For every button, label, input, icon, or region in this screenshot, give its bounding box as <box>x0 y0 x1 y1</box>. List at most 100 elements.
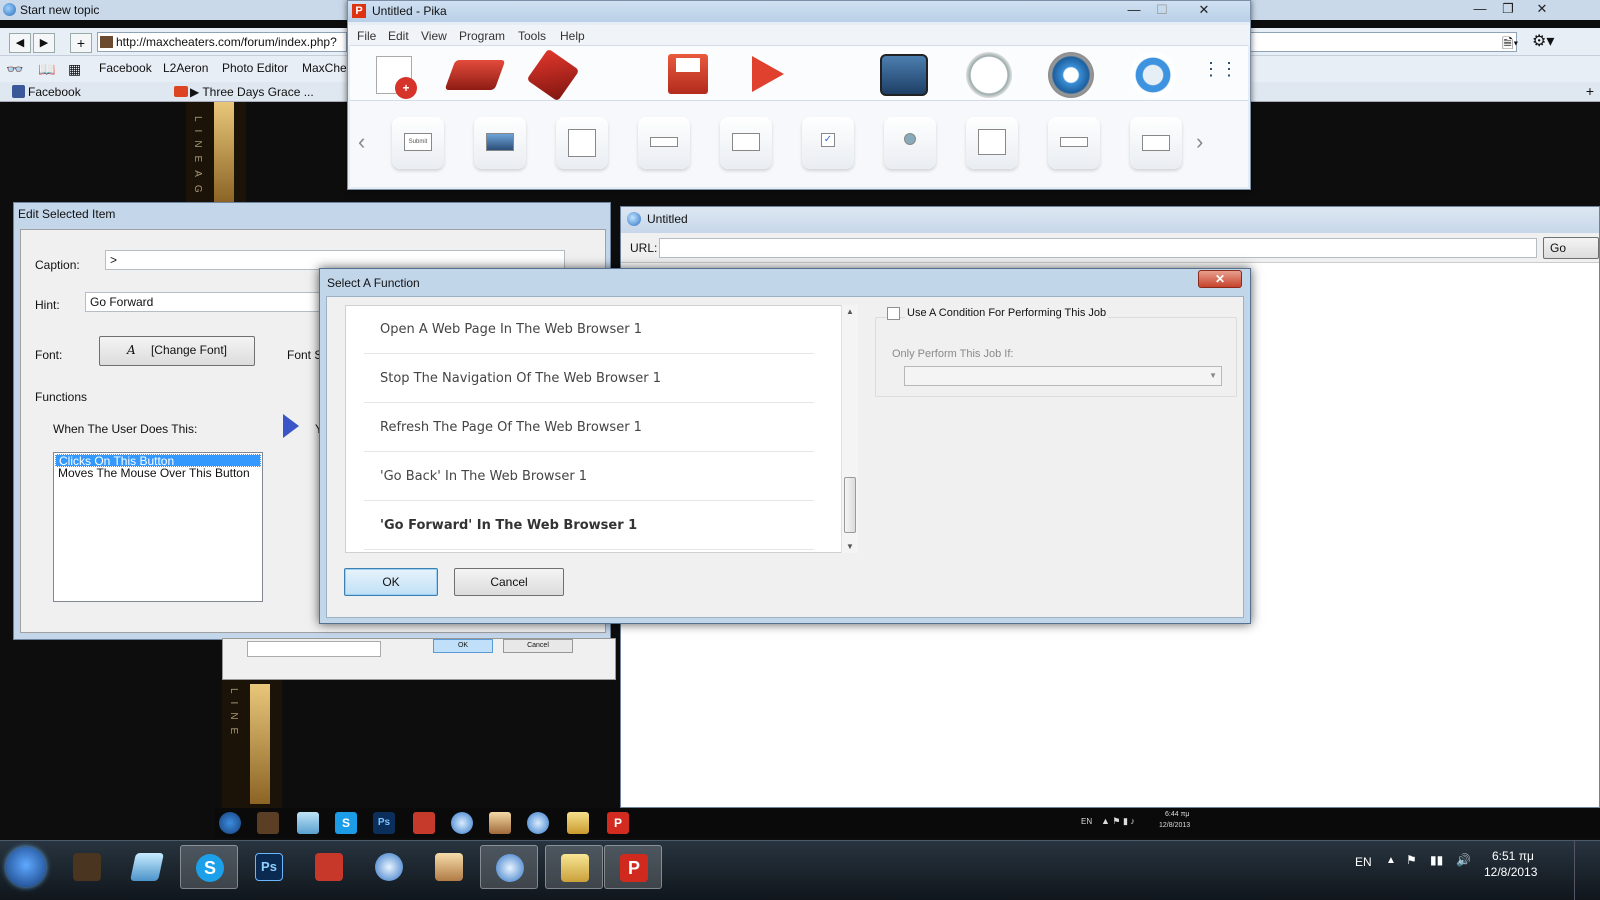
taskbar-skype[interactable]: S <box>180 845 238 889</box>
memo-control-tile[interactable] <box>556 117 608 169</box>
remote-pika-icon[interactable]: P <box>607 812 629 834</box>
back-button[interactable]: ◀ <box>9 33 31 53</box>
remote-folder-icon[interactable] <box>567 812 589 834</box>
event-item-mouseover[interactable]: Moves The Mouse Over This Button <box>55 467 261 480</box>
address-bar[interactable]: http://maxcheaters.com/forum/index.php? <box>97 32 347 52</box>
scroll-down-icon[interactable]: ▼ <box>846 542 854 551</box>
search-bar[interactable] <box>1245 32 1517 52</box>
ok-button[interactable]: OK <box>344 568 438 596</box>
show-hidden-icons-icon[interactable]: ▲ <box>1386 855 1396 866</box>
menu-file[interactable]: File <box>357 29 376 43</box>
dialog-close-button[interactable]: ✕ <box>1198 270 1242 288</box>
remote-mp3-icon[interactable] <box>413 812 435 834</box>
open-project-icon[interactable] <box>444 60 506 90</box>
taskbar-browser[interactable] <box>480 845 538 889</box>
help-lifebuoy-icon[interactable] <box>1130 52 1176 98</box>
checkbox-control-tile[interactable]: ✓ <box>802 117 854 169</box>
network-icon[interactable]: ▮▮ <box>1430 853 1443 867</box>
function-list-scrollbar[interactable]: ▲ ▼ <box>841 305 858 553</box>
reading-glasses-icon[interactable]: 👓 <box>6 61 23 78</box>
hint-input[interactable]: Go Forward <box>85 292 325 312</box>
close-icon[interactable]: ✕ <box>1528 0 1556 18</box>
taskbar-lineage[interactable] <box>58 845 116 889</box>
events-listbox[interactable]: Clicks On This Button Moves The Mouse Ov… <box>53 452 263 602</box>
gear-icon[interactable]: ⚙▾ <box>1532 31 1554 51</box>
remote-note-icon[interactable] <box>297 812 319 834</box>
function-item-go-back[interactable]: 'Go Back' In The Web Browser 1 <box>364 453 814 501</box>
bookmark-l2aeron[interactable]: L2Aeron <box>163 61 208 75</box>
taskbar-mp3[interactable] <box>300 845 358 889</box>
remote-start-icon[interactable] <box>219 812 241 834</box>
taskbar-avatar[interactable] <box>420 845 478 889</box>
listbox-control-tile[interactable] <box>966 117 1018 169</box>
new-project-icon[interactable]: + <box>376 56 417 99</box>
spinner-control-tile[interactable] <box>1130 117 1182 169</box>
menu-view[interactable]: View <box>421 29 447 43</box>
settings-panel-icon[interactable] <box>880 54 928 96</box>
show-desktop-button[interactable] <box>1574 841 1600 900</box>
preview-url-input[interactable] <box>659 238 1537 258</box>
menu-help[interactable]: Help <box>560 29 585 43</box>
book-icon[interactable]: 📖 <box>38 61 55 78</box>
page-menu-icon[interactable]: 🗎▾ <box>1502 33 1518 57</box>
action-center-flag-icon[interactable]: ⚑ <box>1406 853 1417 867</box>
menu-tools[interactable]: Tools <box>518 29 546 43</box>
taskbar-pika[interactable]: P <box>604 845 662 889</box>
image-control-tile[interactable] <box>474 117 526 169</box>
remote-game-icon[interactable] <box>257 812 279 834</box>
gear-settings-icon[interactable] <box>1048 52 1094 98</box>
bookmark-maxcheaters[interactable]: MaxChe <box>302 61 347 75</box>
gallery-next-icon[interactable]: › <box>1196 129 1203 155</box>
bookmark-facebook[interactable]: Facebook <box>99 61 152 75</box>
panel-control-tile[interactable] <box>720 117 772 169</box>
new-tab-button[interactable]: + <box>70 33 92 53</box>
cancel-button[interactable]: Cancel <box>454 568 564 596</box>
taskbar-explorer[interactable] <box>545 845 603 889</box>
taskbar-safari[interactable] <box>360 845 418 889</box>
scroll-thumb[interactable] <box>844 477 856 533</box>
save-icon[interactable] <box>668 54 708 94</box>
tab-facebook[interactable]: Facebook <box>10 82 170 102</box>
textbox-control-tile[interactable] <box>638 117 690 169</box>
remote-lang[interactable]: EN <box>1081 817 1092 826</box>
caption-input[interactable]: > <box>105 250 565 270</box>
clock-date[interactable]: 12/8/2013 <box>1484 865 1537 879</box>
change-font-button[interactable]: A [Change Font] <box>99 336 255 366</box>
start-button[interactable] <box>6 847 46 887</box>
remote-avatar-icon[interactable] <box>489 812 511 834</box>
function-item-stop[interactable]: Stop The Navigation Of The Web Browser 1 <box>364 355 814 403</box>
pika-maximize-icon[interactable]: ☐ <box>1148 1 1176 19</box>
button-control-tile[interactable]: Submit <box>392 117 444 169</box>
restore-icon[interactable]: ❐ <box>1494 0 1522 18</box>
menu-program[interactable]: Program <box>459 29 505 43</box>
scroll-up-icon[interactable]: ▲ <box>846 307 854 316</box>
more-icon[interactable]: ⋮⋮ <box>1202 60 1238 78</box>
pika-close-icon[interactable]: ✕ <box>1184 1 1224 19</box>
language-indicator[interactable]: EN <box>1355 855 1372 869</box>
combobox-control-tile[interactable] <box>1048 117 1100 169</box>
remote-browser-icon[interactable] <box>527 812 549 834</box>
go-button[interactable]: Go <box>1543 237 1599 259</box>
taskbar-notes[interactable] <box>118 845 176 889</box>
function-list[interactable]: Open A Web Page In The Web Browser 1 Sto… <box>345 305 855 553</box>
condition-combo[interactable]: ▼ <box>904 366 1222 386</box>
background-ok-button[interactable]: OK <box>433 639 493 653</box>
radio-control-tile[interactable] <box>884 117 936 169</box>
clock-time[interactable]: 6:51 πμ <box>1492 849 1534 863</box>
gallery-prev-icon[interactable]: ‹ <box>358 129 365 155</box>
bookmark-photo-editor[interactable]: Photo Editor <box>222 61 288 75</box>
function-item-open-page[interactable]: Open A Web Page In The Web Browser 1 <box>364 306 814 354</box>
remote-safari-icon[interactable] <box>451 812 473 834</box>
clock-icon[interactable] <box>966 52 1012 98</box>
function-item-go-forward[interactable]: 'Go Forward' In The Web Browser 1 <box>364 502 814 550</box>
add-tab-icon[interactable]: + <box>1586 83 1594 99</box>
pika-minimize-icon[interactable]: — <box>1120 1 1148 19</box>
minimize-icon[interactable]: — <box>1466 0 1494 18</box>
function-item-refresh[interactable]: Refresh The Page Of The Web Browser 1 <box>364 404 814 452</box>
background-cancel-button[interactable]: Cancel <box>503 639 573 653</box>
remote-skype-icon[interactable]: S <box>335 812 357 834</box>
menu-edit[interactable]: Edit <box>388 29 409 43</box>
remote-photoshop-icon[interactable]: Ps <box>373 812 395 834</box>
taskbar-photoshop[interactable]: Ps <box>240 845 298 889</box>
tab-youtube[interactable]: ▶ Three Days Grace ... <box>172 82 332 102</box>
